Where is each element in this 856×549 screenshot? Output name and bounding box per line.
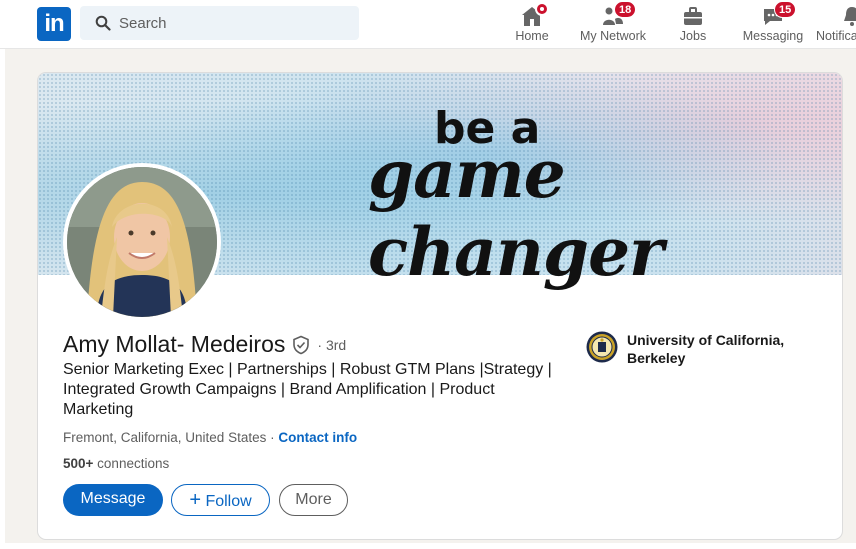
nav-item-notifications[interactable]: Notifica	[816, 0, 856, 49]
profile-card: be a game changer Amy Mollat- Medeiros ·…	[37, 72, 843, 540]
connection-degree: · 3rd	[317, 336, 347, 353]
message-button[interactable]: Message	[63, 484, 163, 516]
contact-info-link[interactable]: Contact info	[278, 430, 357, 445]
education-item[interactable]: University of California, Berkeley	[586, 331, 807, 367]
bell-icon	[844, 7, 856, 26]
profile-name: Amy Mollat- Medeiros	[63, 331, 286, 357]
linkedin-logo[interactable]: in	[37, 7, 71, 41]
more-button[interactable]: More	[279, 484, 348, 516]
nav-item-my-network[interactable]: 18 My Network	[574, 0, 652, 49]
search-placeholder: Search	[119, 15, 167, 32]
search-input[interactable]: Search	[80, 6, 359, 40]
page-bottom-edge	[0, 543, 856, 549]
search-icon	[95, 15, 111, 31]
banner-text-line2: game changer	[368, 135, 664, 291]
messaging-badge: 15	[774, 1, 797, 18]
university-seal-icon	[586, 331, 618, 363]
follow-button[interactable]: + Follow	[171, 484, 270, 516]
network-badge: 18	[614, 1, 637, 18]
plus-icon: +	[189, 489, 201, 511]
briefcase-icon	[684, 7, 702, 25]
left-gutter	[0, 49, 5, 549]
home-notification-dot	[535, 2, 549, 16]
avatar[interactable]	[63, 163, 221, 321]
education-name: University of California, Berkeley	[627, 332, 785, 366]
verified-shield-icon[interactable]	[291, 335, 311, 355]
profile-location: Fremont, California, United States	[63, 430, 267, 445]
nav-label-my-network: My Network	[580, 29, 646, 43]
profile-headline: Senior Marketing Exec | Partnerships | R…	[63, 361, 552, 418]
nav-label-notifications: Notifica	[816, 29, 856, 43]
name-row: Amy Mollat- Medeiros · 3rd	[63, 331, 346, 358]
follow-label: Follow	[205, 493, 252, 510]
nav-item-messaging[interactable]: 15 Messaging	[738, 0, 808, 49]
connections-label: connections	[93, 456, 170, 471]
location-row: Fremont, California, United States · Con…	[63, 430, 357, 445]
nav-label-jobs: Jobs	[679, 29, 707, 43]
profile-photo	[67, 167, 217, 317]
location-separator: ·	[266, 430, 279, 445]
connections-number: 500+	[63, 456, 94, 471]
nav-item-jobs[interactable]: Jobs	[664, 0, 722, 49]
connections-count[interactable]: 500+ connections	[63, 456, 169, 471]
nav-item-home[interactable]: Home	[502, 0, 562, 49]
nav-label-messaging: Messaging	[742, 29, 804, 43]
top-navigation: in Search Home 18 My Network Jobs 15 Mes…	[0, 0, 856, 49]
nav-label-home: Home	[515, 29, 549, 43]
